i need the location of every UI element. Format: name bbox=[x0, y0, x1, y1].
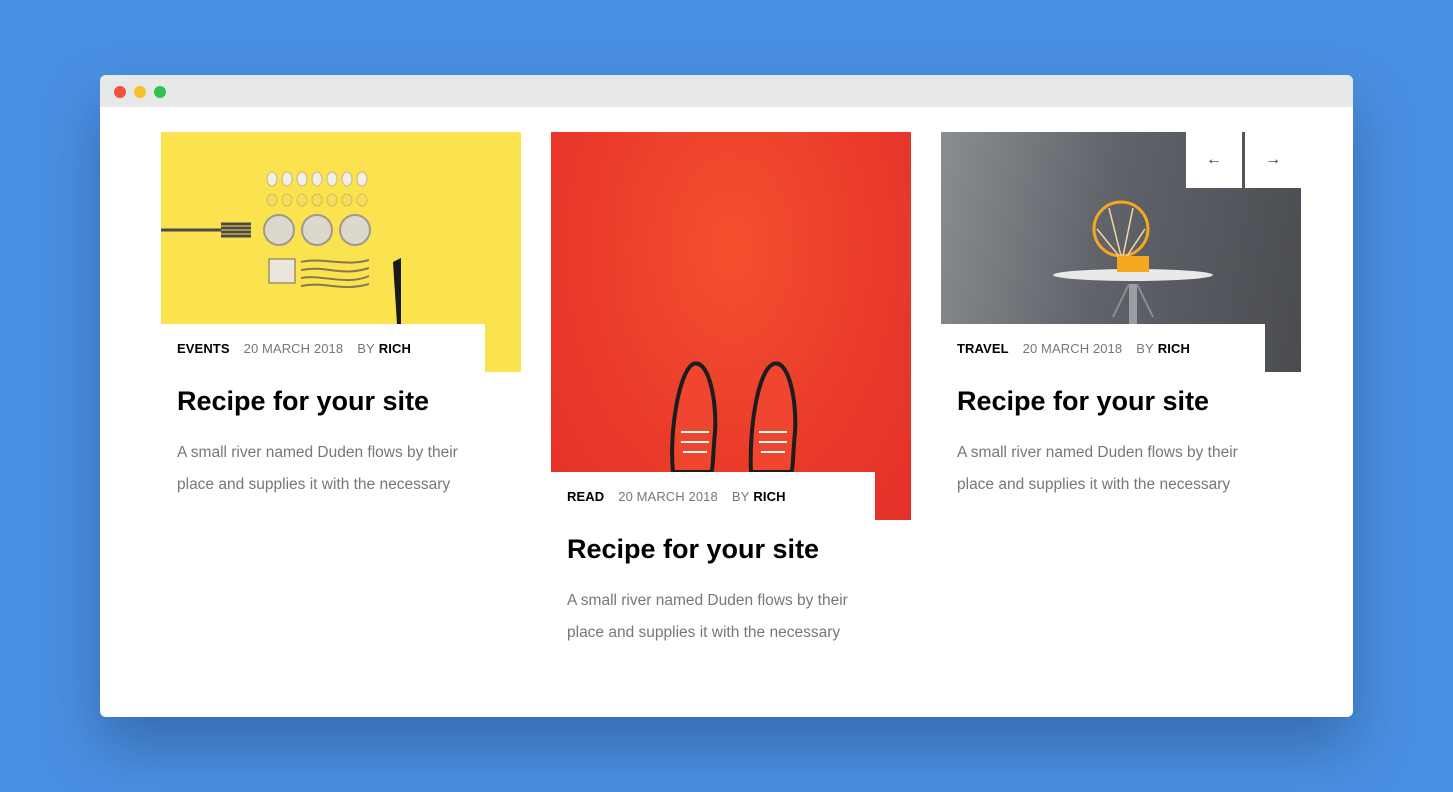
post-excerpt: A small river named Duden flows by their… bbox=[957, 444, 1238, 493]
post-excerpt: A small river named Duden flows by their… bbox=[567, 592, 848, 641]
post-category[interactable]: EVENTS bbox=[177, 341, 230, 356]
post-by-label: BY bbox=[357, 340, 375, 356]
post-category[interactable]: TRAVEL bbox=[957, 341, 1009, 356]
post-by-label: BY bbox=[1136, 340, 1154, 356]
carousel-prev-button[interactable]: ← bbox=[1186, 132, 1242, 188]
carousel-next-button[interactable]: → bbox=[1245, 132, 1301, 188]
post-image[interactable] bbox=[551, 132, 911, 520]
post-title[interactable]: Recipe for your site bbox=[957, 386, 1209, 417]
post-title[interactable]: Recipe for your site bbox=[177, 386, 429, 417]
post-date: 20 MARCH 2018 bbox=[618, 488, 718, 504]
post-date: 20 MARCH 2018 bbox=[243, 340, 344, 356]
content-area: EVENTS 20 MARCH 2018 BY RICH Recipe for … bbox=[100, 75, 1353, 717]
post-excerpt: A small river named Duden flows by their… bbox=[177, 444, 458, 493]
post-author[interactable]: RICH bbox=[1158, 341, 1190, 356]
post-by-label: BY bbox=[731, 488, 750, 504]
arrow-right-icon: → bbox=[1265, 151, 1281, 168]
sneakers-illustration bbox=[669, 361, 798, 520]
post-title[interactable]: Recipe for your site bbox=[567, 534, 819, 565]
post-meta: READ 20 MARCH 2018 BY RICH bbox=[551, 472, 875, 520]
post-meta: TRAVEL 20 MARCH 2018 BY RICH bbox=[941, 324, 1265, 372]
arrow-left-icon: ← bbox=[1206, 151, 1222, 168]
post-category[interactable]: READ bbox=[567, 489, 604, 504]
post-meta: EVENTS 20 MARCH 2018 BY RICH bbox=[161, 324, 485, 372]
browser-window: EVENTS 20 MARCH 2018 BY RICH Recipe for … bbox=[100, 75, 1353, 717]
post-author[interactable]: RICH bbox=[379, 341, 411, 356]
post-date: 20 MARCH 2018 bbox=[1022, 340, 1123, 356]
post-author[interactable]: RICH bbox=[753, 489, 785, 504]
carousel-nav: ← → bbox=[1186, 132, 1301, 188]
